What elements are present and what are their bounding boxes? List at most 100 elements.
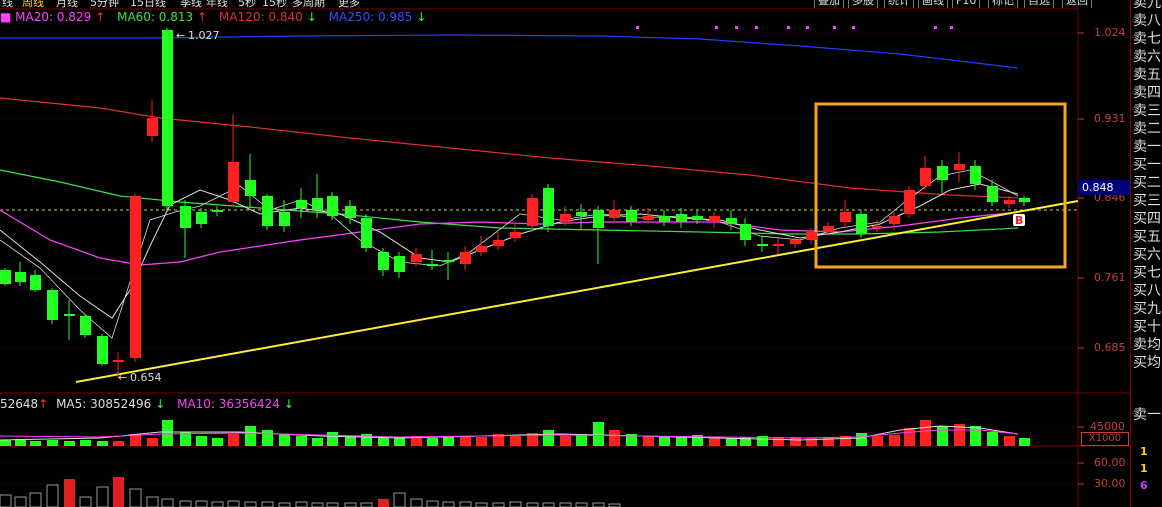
ma5-line xyxy=(0,169,1019,339)
candle-body xyxy=(920,168,931,186)
candle-body xyxy=(476,246,487,252)
candle-body xyxy=(560,214,571,222)
indicator-bar xyxy=(592,502,605,507)
candlesticks xyxy=(0,28,1030,378)
price-tick-2: 0.931 xyxy=(1094,112,1126,125)
candle-body xyxy=(1019,198,1030,202)
candle-body xyxy=(147,118,158,136)
panel-label: 卖一 xyxy=(1133,407,1161,423)
trend-line xyxy=(75,200,1079,383)
candle-body xyxy=(970,166,981,184)
indicator-bar xyxy=(559,502,572,507)
indicator-bar xyxy=(575,502,588,507)
bid-1: 买一 xyxy=(1133,157,1161,173)
candle-body xyxy=(15,272,26,282)
ask-3: 卖三 xyxy=(1133,103,1161,119)
candle-body xyxy=(312,198,323,210)
candle-body xyxy=(593,210,604,228)
volume-bar xyxy=(212,438,223,446)
bid-7: 买七 xyxy=(1133,265,1161,281)
candle-body xyxy=(47,290,58,320)
candle-body xyxy=(361,218,372,248)
indicator-bar xyxy=(393,492,406,507)
volume-bar xyxy=(904,428,915,446)
volume-bar xyxy=(920,420,931,446)
svg-text:←: ← xyxy=(176,29,185,42)
volume-bar xyxy=(162,420,173,446)
indicator-bar xyxy=(29,492,42,507)
side-value-2: 1 xyxy=(1140,462,1148,475)
candle-body xyxy=(443,260,454,262)
candle-body xyxy=(378,252,389,270)
candle-body xyxy=(709,216,720,222)
avg-buy: 买均 xyxy=(1133,355,1161,371)
volume-legend: 52648↑ MA5: 30852496 ↓ MA10: 36356424 ↓ xyxy=(0,397,302,413)
price-tick-4: 0.761 xyxy=(1094,271,1126,284)
bid-6: 买六 xyxy=(1133,247,1161,263)
ask-1: 卖一 xyxy=(1133,139,1161,155)
candle-body xyxy=(30,275,41,290)
ask-5: 卖五 xyxy=(1133,67,1161,83)
volume-bar xyxy=(1004,436,1015,446)
candle-body xyxy=(130,196,141,358)
indicator-bar xyxy=(509,501,522,507)
volume-unit: X1000 xyxy=(1081,432,1129,446)
volume-bar xyxy=(773,437,784,446)
kline-chart[interactable]: ← 1.027 ← 0.654 B xyxy=(0,0,1130,507)
volume-bar xyxy=(97,441,108,446)
volume-bar xyxy=(345,436,356,446)
volume-bar xyxy=(327,432,338,446)
indicator-bar xyxy=(542,502,555,507)
volume-bar xyxy=(262,430,273,446)
ask-2: 卖二 xyxy=(1133,121,1161,137)
volume-bar xyxy=(609,430,620,446)
volume-ma5: MA5: 30852496 ↓ xyxy=(56,397,166,411)
volume-bar xyxy=(64,441,75,446)
volume-bar xyxy=(30,441,41,446)
ma120-line xyxy=(0,97,1019,199)
indicator-bar xyxy=(14,496,27,507)
buy-marker: B xyxy=(1015,214,1023,227)
indicator-bar xyxy=(64,479,75,507)
indicator-bar xyxy=(79,496,92,507)
indicator-bar xyxy=(492,502,505,507)
volume-bar xyxy=(510,436,521,446)
high-label: 1.027 xyxy=(188,29,220,42)
candle-body xyxy=(757,244,768,246)
volume-arrow: ↑ xyxy=(38,397,49,411)
side-value-3: 6 xyxy=(1140,479,1148,492)
candle-body xyxy=(427,264,438,266)
volume-bar xyxy=(643,436,654,446)
candle-body xyxy=(904,190,915,214)
candle-body xyxy=(609,210,620,218)
low-label: 0.654 xyxy=(130,371,162,384)
volume-bar xyxy=(987,432,998,446)
volume-value: 52648 xyxy=(0,397,39,411)
volume-bar xyxy=(872,436,883,446)
candle-body xyxy=(1004,200,1015,204)
indicator-bar xyxy=(344,502,357,507)
candle-body xyxy=(937,166,948,180)
candle-body xyxy=(510,232,521,238)
indicator-bar xyxy=(442,501,455,507)
volume-bar xyxy=(937,426,948,446)
indicator-bar xyxy=(146,496,159,507)
ma10-line xyxy=(0,183,1019,319)
candle-body xyxy=(493,240,504,246)
ask-6: 卖六 xyxy=(1133,49,1161,65)
indicator-bar xyxy=(96,486,109,507)
current-price-box: 0.848 xyxy=(1078,180,1130,195)
volume-bar xyxy=(476,437,487,446)
volume-bar xyxy=(1019,438,1030,446)
candle-body xyxy=(180,206,191,228)
avg-sell: 卖均 xyxy=(1133,337,1161,353)
indicator-bar xyxy=(179,500,192,507)
svg-text:←: ← xyxy=(118,371,127,384)
indicator-bar xyxy=(113,477,124,507)
candle-body xyxy=(626,210,637,222)
indicator-tick-2: 30.00 xyxy=(1094,477,1126,490)
candle-body xyxy=(279,212,290,226)
indicator-bar xyxy=(161,498,174,507)
volume-bar xyxy=(228,434,239,446)
bid-9: 买九 xyxy=(1133,301,1161,317)
